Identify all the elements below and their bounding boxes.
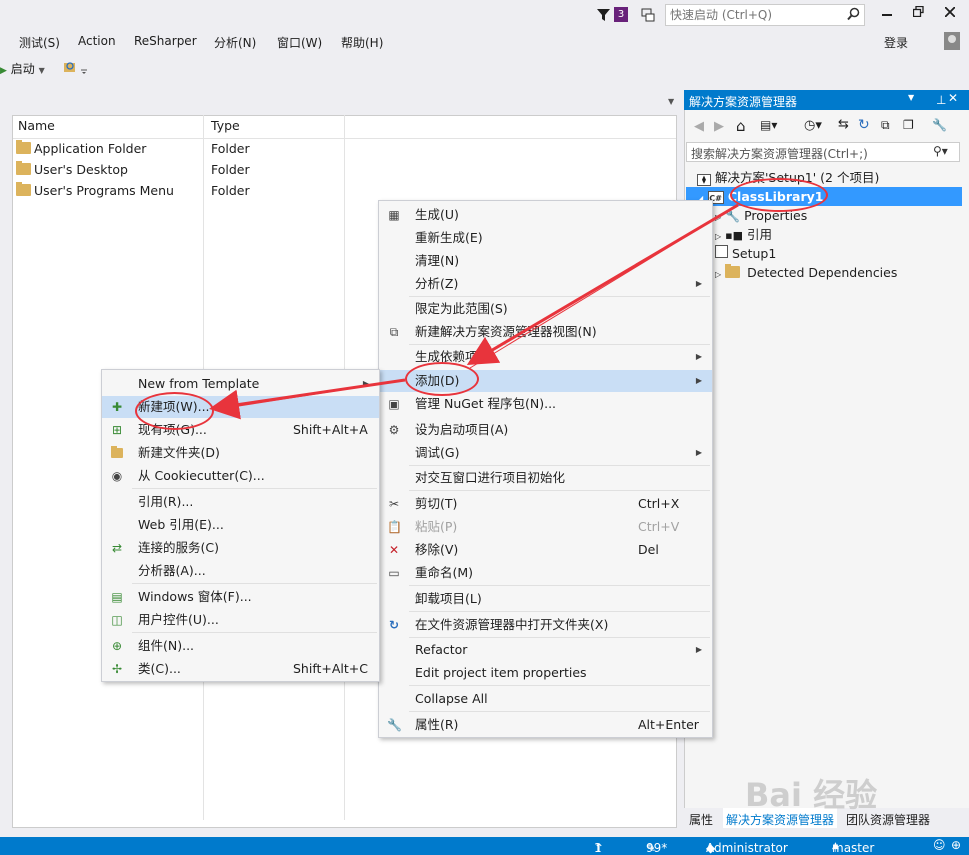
watermark-logo: Bai 经验	[745, 776, 878, 814]
annotation-arrow	[466, 203, 739, 366]
annotation-arrow-thin	[469, 204, 739, 369]
annotation-arrows	[209, 203, 739, 420]
annotation-arrow-thin	[212, 379, 406, 411]
